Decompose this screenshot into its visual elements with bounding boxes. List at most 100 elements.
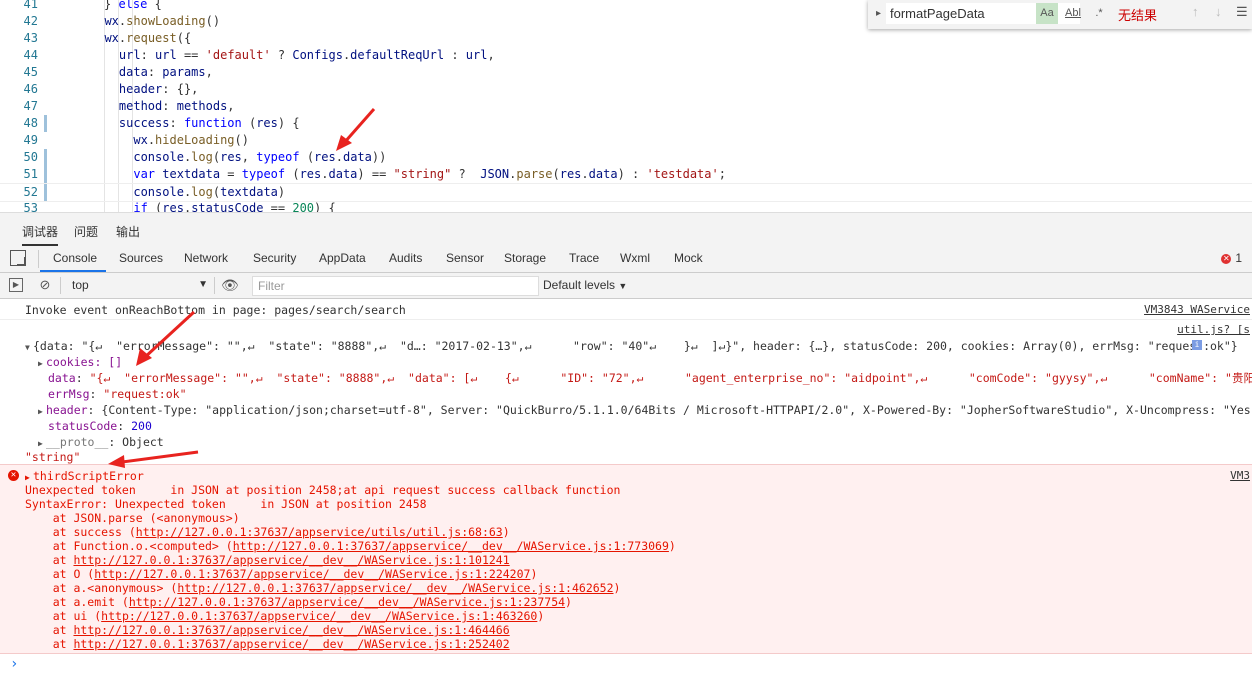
code-line[interactable]: 47 method: methods, xyxy=(0,98,1252,115)
filter-input[interactable]: Filter xyxy=(252,276,539,296)
source-link[interactable]: VM3843 WAService xyxy=(1144,303,1250,316)
tab-trace[interactable]: Trace xyxy=(569,251,599,265)
console-prompt[interactable]: › xyxy=(10,656,18,672)
regex-button[interactable]: .* xyxy=(1088,3,1110,24)
object-property[interactable]: ▶ cookies: [] xyxy=(38,355,1252,371)
git-change-marker xyxy=(44,115,47,132)
clear-console-icon[interactable]: ⊘ xyxy=(38,278,52,292)
stack-frame: at Function.o.<computed> (http://127.0.0… xyxy=(25,539,676,553)
find-widget: ▸ formatPageData Aa Abl .* 无结果 ↑ ↓ ☰ xyxy=(868,0,1252,29)
stack-frame-link[interactable]: http://127.0.0.1:37637/appservice/__dev_… xyxy=(129,595,565,609)
next-match-icon[interactable]: ↓ xyxy=(1215,4,1222,19)
code-line[interactable]: 49 wx.hideLoading() xyxy=(0,132,1252,149)
info-icon[interactable]: i xyxy=(1192,340,1202,350)
object-property: statusCode: 200 xyxy=(48,419,152,433)
stack-frame-link[interactable]: http://127.0.0.1:37637/appservice/__dev_… xyxy=(73,637,509,651)
code-line[interactable]: 48 success: function (res) { xyxy=(0,115,1252,132)
stack-frame-link[interactable]: http://127.0.0.1:37637/appservice/__dev_… xyxy=(94,567,530,581)
stack-frame-link[interactable]: http://127.0.0.1:37637/appservice/__dev_… xyxy=(233,539,669,553)
stack-frame-link[interactable]: http://127.0.0.1:37637/appservice/utils/… xyxy=(136,525,503,539)
line-number: 53 xyxy=(23,201,38,212)
expand-triangle-icon: ▶ xyxy=(38,407,43,416)
error-icon: ✕ xyxy=(1221,253,1232,264)
stack-frame-link[interactable]: http://127.0.0.1:37637/appservice/__dev_… xyxy=(101,609,537,623)
stack-frame: at success (http://127.0.0.1:37637/appse… xyxy=(25,525,510,539)
code-line[interactable]: 46 header: {}, xyxy=(0,81,1252,98)
console-toolbar: ▶ ⊘ top ▼ 👁 Filter Default levels ▼ xyxy=(0,273,1252,299)
previous-match-icon[interactable]: ↑ xyxy=(1192,4,1199,19)
expand-triangle-icon: ▶ xyxy=(38,439,43,448)
code-text: method: methods, xyxy=(118,99,235,113)
git-change-marker xyxy=(44,149,47,166)
active-tab-indicator xyxy=(40,270,106,272)
code-line[interactable]: 45 data: params, xyxy=(0,64,1252,81)
red-arrow-annotation xyxy=(336,108,376,151)
source-link[interactable]: VM3 xyxy=(1230,469,1250,482)
error-count-badge[interactable]: ✕ 1 xyxy=(1221,251,1242,265)
source-link[interactable]: util.js? [s xyxy=(1177,323,1250,336)
code-line[interactable]: 50 console.log(res, typeof (res.data)) xyxy=(0,149,1252,166)
stack-frame: at O (http://127.0.0.1:37637/appservice/… xyxy=(25,567,538,581)
inspect-element-icon[interactable] xyxy=(10,250,26,266)
line-number: 47 xyxy=(23,99,38,113)
tab-debugger[interactable]: 调试器 xyxy=(22,223,59,246)
object-property[interactable]: ▶ header: {Content-Type: "application/jso… xyxy=(38,403,1252,419)
code-text: success: function (res) { xyxy=(118,116,300,130)
tab-console[interactable]: Console xyxy=(53,251,97,265)
tab-security[interactable]: Security xyxy=(253,251,296,265)
code-text: wx.hideLoading() xyxy=(133,133,249,147)
code-text: data: params, xyxy=(118,65,213,79)
tab-storage[interactable]: Storage xyxy=(504,251,546,265)
code-text: var textdata = typeof (res.data) == "str… xyxy=(133,167,726,181)
expand-triangle-icon[interactable]: ▼ xyxy=(25,341,33,355)
line-number: 49 xyxy=(23,133,38,147)
log-object-summary[interactable]: ▼ {data: "{↵ "errorMessage": "",↵ "state"… xyxy=(25,339,1252,355)
stack-frame: at a.<anonymous> (http://127.0.0.1:37637… xyxy=(25,581,621,595)
levels-dropdown[interactable]: Default levels ▼ xyxy=(543,278,627,292)
expand-triangle-icon: ▶ xyxy=(38,359,43,368)
code-line[interactable]: 51 var textdata = typeof (res.data) == "… xyxy=(0,166,1252,183)
tab-problems[interactable]: 问题 xyxy=(74,223,98,240)
tab-sensor[interactable]: Sensor xyxy=(446,251,484,265)
code-text: header: {}, xyxy=(118,82,199,96)
eye-icon[interactable]: 👁 xyxy=(221,278,239,292)
code-line[interactable]: 44 url: url == 'default' ? Configs.defau… xyxy=(0,47,1252,64)
toggle-replace-icon[interactable]: ▸ xyxy=(876,8,881,19)
context-selector[interactable]: top ▼ xyxy=(66,275,212,295)
code-line[interactable]: 43 wx.request({ xyxy=(0,30,1252,47)
selection-icon[interactable]: ☰ xyxy=(1236,4,1248,20)
tab-network[interactable]: Network xyxy=(184,251,228,265)
dropdown-caret-icon: ▼ xyxy=(198,279,208,290)
tab-appdata[interactable]: AppData xyxy=(319,251,366,265)
whole-word-button[interactable]: Abl xyxy=(1062,3,1084,24)
log-string-output: "string" xyxy=(25,450,81,464)
line-number: 44 xyxy=(23,48,38,62)
object-property[interactable]: ▶ __proto__: Object xyxy=(38,435,1252,451)
tab-wxml[interactable]: Wxml xyxy=(620,251,650,265)
line-number: 52 xyxy=(23,185,38,199)
error-text: Unexpected token in JSON at position 245… xyxy=(25,483,621,497)
stack-frame-link[interactable]: http://127.0.0.1:37637/appservice/__dev_… xyxy=(73,623,509,637)
tab-mock[interactable]: Mock xyxy=(674,251,703,265)
code-text: } else { xyxy=(104,0,162,11)
tab-audits[interactable]: Audits xyxy=(389,251,422,265)
sidebar-toggle-icon[interactable]: ▶ xyxy=(9,278,23,292)
line-number: 48 xyxy=(23,116,38,130)
red-arrow-annotation xyxy=(136,310,196,366)
stack-frame-link[interactable]: http://127.0.0.1:37637/appservice/__dev_… xyxy=(177,581,613,595)
stack-frame-link[interactable]: http://127.0.0.1:37637/appservice/__dev_… xyxy=(73,553,509,567)
stack-frame: at http://127.0.0.1:37637/appservice/__d… xyxy=(25,637,510,651)
stack-frame: at http://127.0.0.1:37637/appservice/__d… xyxy=(25,623,510,637)
code-line[interactable]: 53 if (res.statusCode == 200) { xyxy=(0,200,1252,212)
code-text: if (res.statusCode == 200) { xyxy=(133,201,336,212)
code-editor[interactable]: 41} else {42 wx.showLoading() 43 wx.reque… xyxy=(0,0,1252,212)
console-message: Invoke event onReachBottom in page: page… xyxy=(25,303,406,317)
dropdown-caret-icon: ▼ xyxy=(618,281,628,291)
line-number: 46 xyxy=(23,82,38,96)
tab-output[interactable]: 输出 xyxy=(116,223,140,240)
code-text: console.log(textdata) xyxy=(133,185,286,199)
match-case-button[interactable]: Aa xyxy=(1036,3,1058,24)
error-message: ✕ ▶ thirdScriptError VM3 Unexpected token… xyxy=(0,464,1252,654)
tab-sources[interactable]: Sources xyxy=(119,251,163,265)
stack-frame: at JSON.parse (<anonymous>) xyxy=(25,511,240,525)
